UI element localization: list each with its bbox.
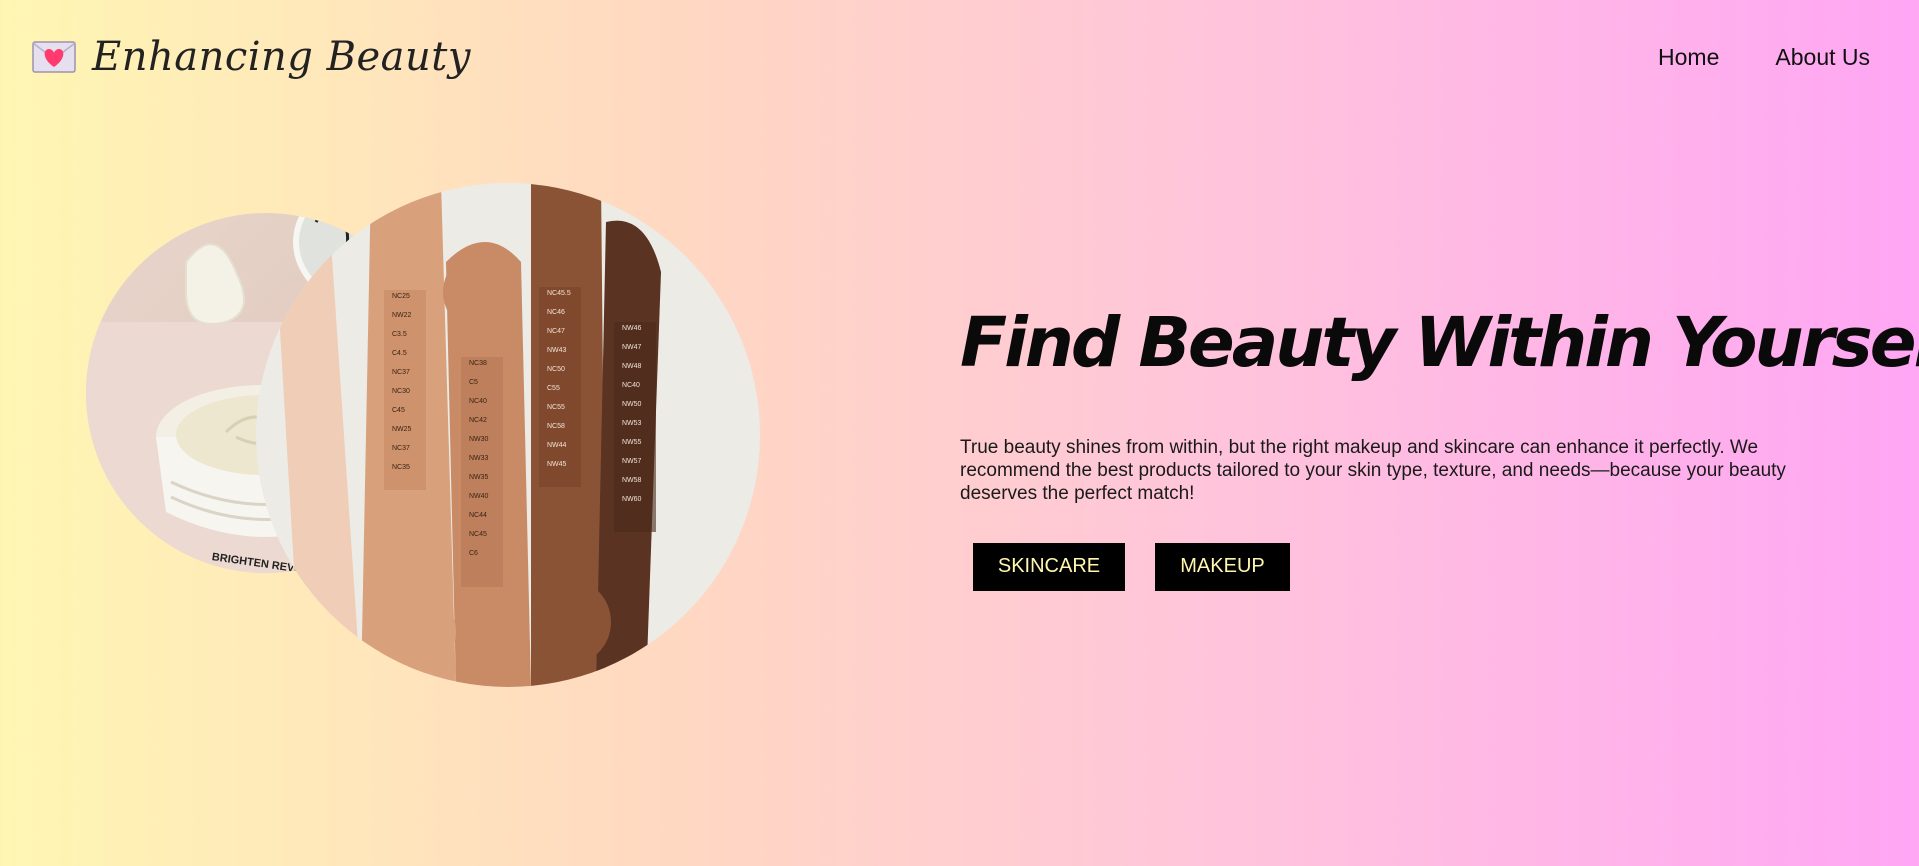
swatch-label: NC37 [392, 445, 410, 452]
swatch-label: NW47 [622, 344, 642, 351]
swatch-label: NC40 [622, 382, 640, 389]
hero-image: BRIGHTEN REVITALIZING RED EARTH NC25 NW2… [86, 182, 766, 688]
swatch-label: NC45.5 [547, 290, 571, 297]
swatch-label: NC55 [547, 404, 565, 411]
swatch-label: NW44 [547, 442, 567, 449]
swatch-label: NW22 [392, 312, 412, 319]
swatch-label: NC40 [469, 398, 487, 405]
hero-buttons: SKINCARE MAKEUP [973, 542, 1840, 591]
hero-description: True beauty shines from within, but the … [960, 436, 1786, 504]
site-header: Enhancing Beauty Home About Us [0, 0, 1919, 120]
swatch-label: NW60 [622, 496, 642, 503]
swatch-label: NW40 [469, 493, 489, 500]
swatch-label: NW25 [392, 426, 412, 433]
swatch-label: NC47 [547, 328, 565, 335]
swatch-label: NW55 [622, 439, 642, 446]
hero-title: Find Beauty Within Yourself [960, 303, 1919, 383]
swatch-label: NW46 [622, 325, 642, 332]
swatch-label: C5 [469, 379, 478, 386]
swatch-label: C6 [469, 550, 478, 557]
brand-logo[interactable]: Enhancing Beauty [32, 34, 471, 80]
swatch-label: NC37 [392, 369, 410, 376]
swatch-label: NW50 [622, 401, 642, 408]
hero-illustration: BRIGHTEN REVITALIZING RED EARTH NC25NW22… [86, 183, 760, 687]
swatch-label: C55 [547, 385, 560, 392]
swatch-column-3 [539, 287, 581, 487]
brand-name: Enhancing Beauty [92, 34, 471, 80]
swatch-label: NW48 [622, 363, 642, 370]
swatch-label: C3.5 [392, 331, 407, 338]
swatch-label: NC30 [392, 388, 410, 395]
swatch-column-2 [461, 357, 503, 587]
swatch-label: NW35 [469, 474, 489, 481]
foundation-swatches-photo: NC25 NW22 C3.5 C4.5 NC37 NC30 C45 NW25 NC37 NC35 N… [256, 183, 760, 687]
swatch-label: NC38 [469, 360, 487, 367]
swatch-label: NW58 [622, 477, 642, 484]
swatch-label: NW33 [469, 455, 489, 462]
swatch-label: C4.5 [392, 350, 407, 357]
swatch-label: NW45 [547, 461, 567, 468]
main-nav: Home About Us [1658, 44, 1870, 71]
swatch-label: NC42 [469, 417, 487, 424]
swatch-label: NC50 [547, 366, 565, 373]
hero-section: Find Beauty Within Yourself True beauty … [960, 303, 1919, 591]
swatch-label: NW43 [547, 347, 567, 354]
skincare-button[interactable]: SKINCARE [973, 542, 1125, 591]
swatch-label: NC46 [547, 309, 565, 316]
swatch-label: NC44 [469, 512, 487, 519]
swatch-label: NC45 [469, 531, 487, 538]
swatch-label: NC58 [547, 423, 565, 430]
swatch-label: NW30 [469, 436, 489, 443]
swatch-label: NC25 [392, 293, 410, 300]
makeup-button[interactable]: MAKEUP [1155, 542, 1290, 591]
swatch-label: NW53 [622, 420, 642, 427]
swatch-label: NC35 [392, 464, 410, 471]
swatch-label: NW57 [622, 458, 642, 465]
nav-home-link[interactable]: Home [1658, 44, 1719, 71]
envelope-heart-icon [32, 41, 76, 73]
nav-about-link[interactable]: About Us [1775, 44, 1870, 71]
swatch-label: C45 [392, 407, 405, 414]
